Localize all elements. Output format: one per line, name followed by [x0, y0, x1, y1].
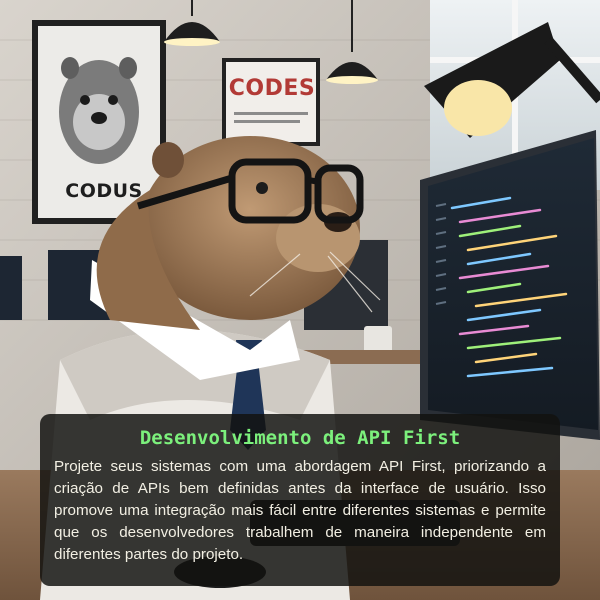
left-poster-label: CODUS [65, 180, 143, 202]
caption-body: Projete seus sistemas com uma abordagem … [54, 458, 546, 563]
caption-title: Desenvolvimento de API First [139, 427, 461, 449]
right-poster-label: CODES [228, 76, 316, 101]
illustration-scene: CODUS CODES Desenvolvimento de API First… [0, 0, 600, 600]
caption-panel: Desenvolvimento de API First Projete seu… [40, 414, 560, 586]
